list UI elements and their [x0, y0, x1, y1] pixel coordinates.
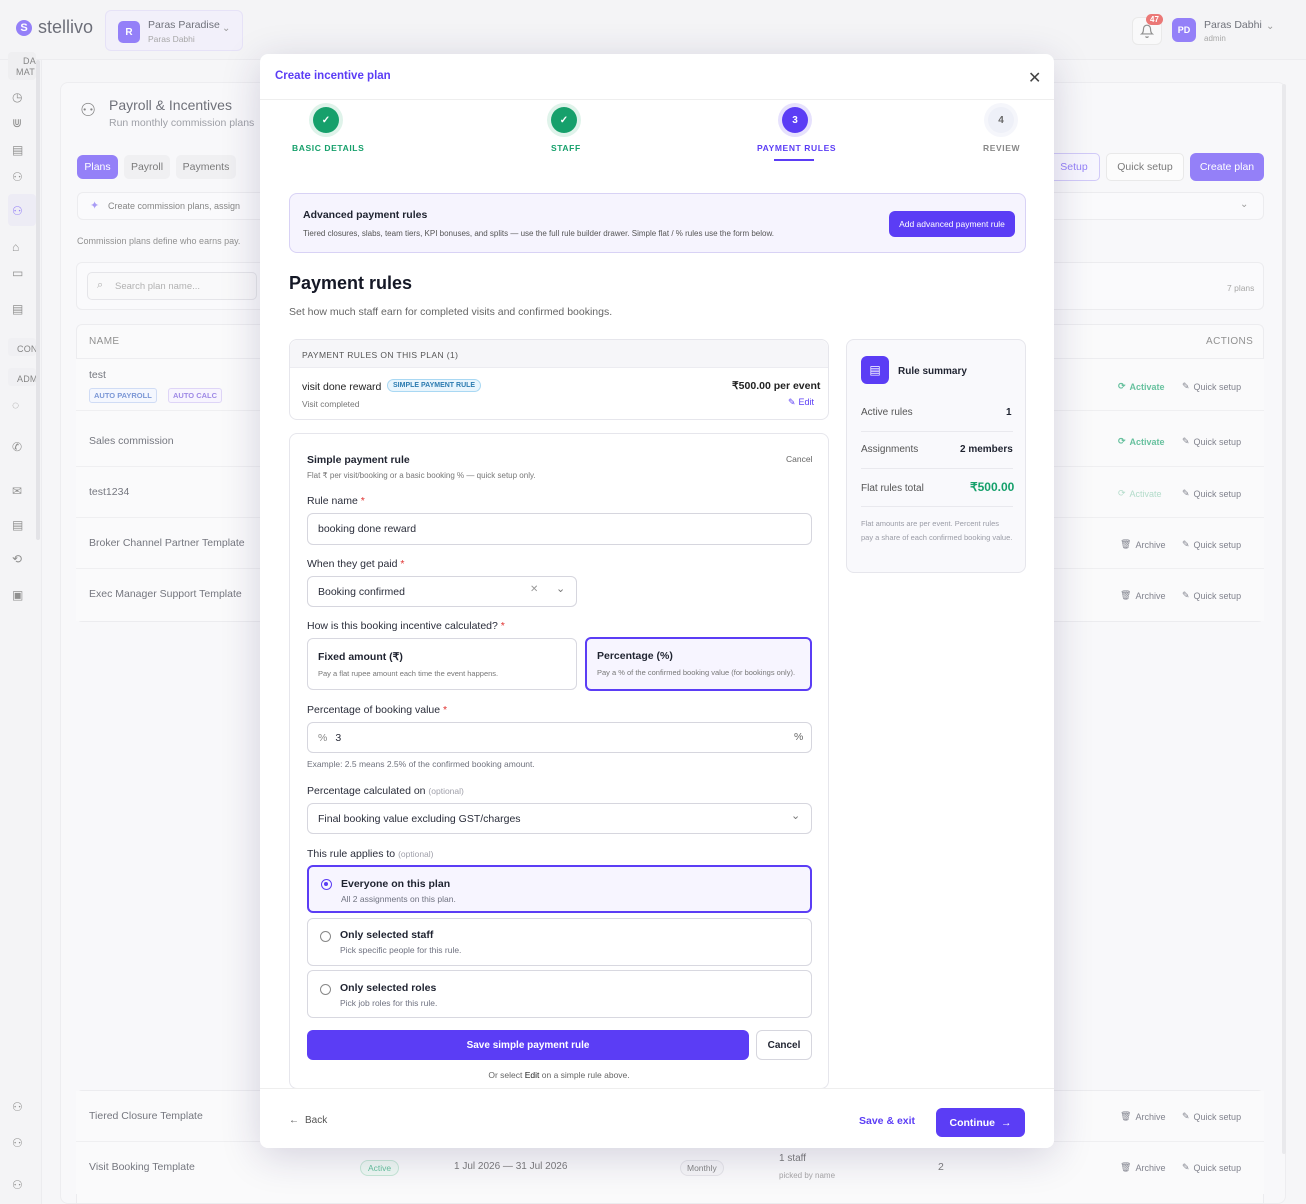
fixed-amount-desc: Pay a flat rupee amount each time the ev…	[318, 669, 499, 678]
modal-title: Create incentive plan	[275, 70, 391, 82]
step-staff-check-icon[interactable]: ✓	[551, 107, 577, 133]
radio-selected-staff[interactable]	[320, 931, 331, 942]
rule-name-label: Rule name *	[307, 495, 365, 507]
active-rules-label: Active rules	[861, 407, 913, 418]
step-staff-label[interactable]: STAFF	[551, 143, 581, 153]
section-subheading: Set how much staff earn for completed vi…	[289, 306, 613, 318]
document-icon: ▤	[861, 356, 889, 384]
radio-everyone[interactable]	[321, 879, 332, 890]
percentage-option[interactable]: Percentage (%) Pay a % of the confirmed …	[585, 637, 812, 691]
flat-total-value: ₹500.00	[970, 480, 1015, 494]
calc-method-label: How is this booking incentive calculated…	[307, 620, 505, 632]
step-payment-rules-label[interactable]: PAYMENT RULES	[757, 143, 836, 153]
chevron-down-icon[interactable]: ⌄	[556, 582, 565, 595]
percent-suffix: %	[794, 731, 804, 743]
advanced-desc: Tiered closures, slabs, team tiers, KPI …	[303, 229, 775, 238]
when-paid-value: Booking confirmed	[318, 585, 405, 598]
step-review-label[interactable]: REVIEW	[983, 143, 1020, 153]
step-payment-rules-number[interactable]: 3	[782, 107, 808, 133]
form-cancel-link[interactable]: Cancel	[786, 454, 812, 464]
simple-rule-form: Simple payment rule Cancel Flat ₹ per vi…	[289, 433, 829, 1088]
rule-type-tag: SIMPLE PAYMENT RULE	[387, 379, 482, 392]
close-icon[interactable]: ✕	[1028, 68, 1041, 88]
option-title: Everyone on this plan	[341, 878, 451, 890]
when-paid-select[interactable]: Booking confirmed ✕ ⌄	[307, 576, 577, 607]
fixed-amount-option[interactable]: Fixed amount (₹) Pay a flat rupee amount…	[307, 638, 577, 690]
percentage-title: Percentage (%)	[597, 650, 673, 662]
option-desc: Pick job roles for this rule.	[340, 998, 438, 1008]
option-title: Only selected staff	[340, 929, 434, 941]
pencil-icon: ✎	[788, 397, 796, 407]
rule-summary-card: ▤ Rule summary Active rules 1 Assignment…	[846, 339, 1026, 573]
arrow-right-icon: →	[1001, 1116, 1012, 1129]
applies-everyone-option[interactable]: Everyone on this plan All 2 assignments …	[307, 865, 812, 913]
calc-on-label: Percentage calculated on (optional)	[307, 785, 464, 797]
flat-total-label: Flat rules total	[861, 483, 924, 494]
create-incentive-plan-modal: Create incentive plan ✕ ✓ BASIC DETAILS …	[260, 54, 1054, 1148]
applies-selected-staff-option[interactable]: Only selected staff Pick specific people…	[307, 918, 812, 966]
step-basic-details-label[interactable]: BASIC DETAILS	[292, 143, 364, 153]
calc-on-select[interactable]: Final booking value excluding GST/charge…	[307, 803, 812, 834]
assignments-label: Assignments	[861, 444, 919, 455]
applies-selected-roles-option[interactable]: Only selected roles Pick job roles for t…	[307, 970, 812, 1018]
radio-selected-roles[interactable]	[320, 984, 331, 995]
calc-on-value: Final booking value excluding GST/charge…	[318, 812, 521, 825]
rule-name-input[interactable]: booking done reward	[307, 513, 812, 545]
rule-name: visit done reward	[302, 381, 382, 393]
existing-rules-card: PAYMENT RULES ON THIS PLAN (1) visit don…	[289, 339, 829, 420]
option-desc: Pick specific people for this rule.	[340, 945, 462, 955]
when-paid-label: When they get paid *	[307, 558, 405, 570]
step-basic-details-check-icon[interactable]: ✓	[313, 107, 339, 133]
option-desc: All 2 assignments on this plan.	[341, 894, 456, 904]
summary-note: Flat amounts are per event. Percent rule…	[861, 519, 1013, 542]
save-simple-rule-button[interactable]: Save simple payment rule	[307, 1030, 749, 1060]
form-title: Simple payment rule	[307, 454, 410, 466]
percent-prefix-icon: %	[318, 731, 328, 744]
active-rules-value: 1	[1006, 407, 1012, 418]
back-button[interactable]: ← Back	[289, 1115, 327, 1126]
edit-rule-link[interactable]: ✎ Edit	[788, 397, 814, 408]
rule-amount: ₹500.00 per event	[732, 380, 821, 392]
section-heading: Payment rules	[289, 273, 413, 293]
percentage-value: 3	[335, 731, 342, 744]
pct-hint: Example: 2.5 means 2.5% of the confirmed…	[307, 759, 535, 769]
form-cancel-button[interactable]: Cancel	[756, 1030, 812, 1060]
continue-button[interactable]: Continue →	[936, 1108, 1025, 1137]
advanced-rules-banner: Advanced payment rules Tiered closures, …	[289, 193, 1026, 253]
arrow-left-icon: ←	[289, 1115, 299, 1126]
save-exit-button[interactable]: Save & exit	[859, 1115, 915, 1127]
advanced-title: Advanced payment rules	[303, 209, 428, 221]
assignments-value: 2 members	[960, 444, 1013, 455]
fixed-amount-title: Fixed amount (₹)	[318, 651, 403, 663]
option-title: Only selected roles	[340, 982, 437, 994]
pct-label: Percentage of booking value *	[307, 704, 448, 716]
step-review-number[interactable]: 4	[988, 107, 1014, 133]
modal-footer: ← Back Save & exit Continue →	[260, 1088, 1054, 1148]
form-footnote: Or select Edit on a simple rule above.	[488, 1070, 630, 1080]
applies-to-label: This rule applies to (optional)	[307, 848, 434, 860]
summary-title: Rule summary	[898, 366, 967, 377]
percentage-input[interactable]: % 3 %	[307, 722, 812, 753]
rule-trigger: Visit completed	[302, 399, 360, 409]
clear-icon[interactable]: ✕	[530, 584, 538, 595]
modal-body: Advanced payment rules Tiered closures, …	[260, 175, 1054, 1088]
form-desc: Flat ₹ per visit/booking or a basic book…	[307, 471, 536, 480]
rules-header: PAYMENT RULES ON THIS PLAN (1)	[302, 350, 459, 360]
chevron-down-icon[interactable]: ⌄	[791, 809, 800, 822]
active-step-underline	[774, 159, 814, 161]
add-advanced-rule-button[interactable]: Add advanced payment rule	[889, 211, 1015, 237]
percentage-desc: Pay a % of the confirmed booking value (…	[597, 668, 796, 677]
